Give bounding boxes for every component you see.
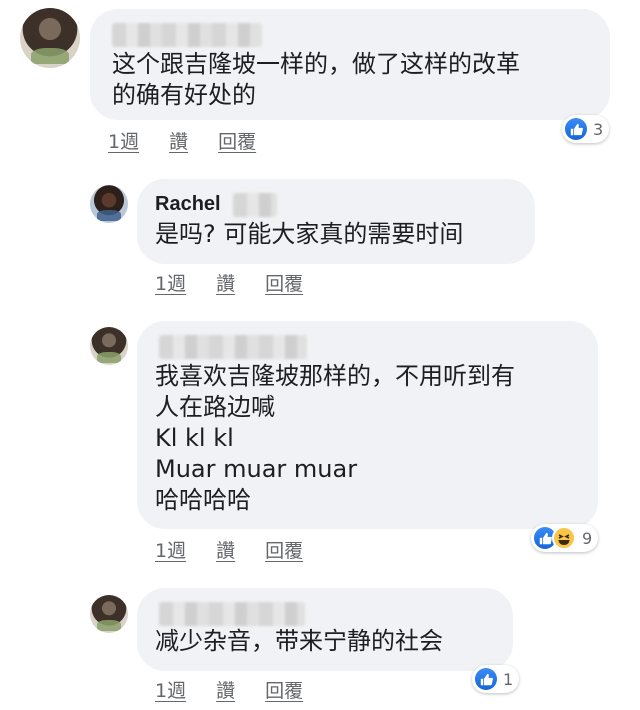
commenter-avatar[interactable] bbox=[90, 327, 128, 365]
reply-button[interactable]: 回覆 bbox=[218, 127, 256, 154]
comment-actions: 1週 讚 回覆 bbox=[155, 269, 303, 296]
blurred-author-name[interactable] bbox=[159, 335, 307, 359]
comment-bubble: 我喜欢吉隆坡那样的，不用听到有 人在路边喊 Kl kl kl Muar muar… bbox=[137, 321, 598, 529]
author-name[interactable]: Rachel bbox=[155, 193, 221, 216]
blurred-author-surname bbox=[233, 193, 277, 217]
reaction-summary[interactable]: 3 bbox=[562, 115, 610, 143]
timestamp-link[interactable]: 1週 bbox=[155, 536, 186, 563]
timestamp-link[interactable]: 1週 bbox=[155, 676, 186, 703]
comment-text: 我喜欢吉隆坡那样的，不用听到有 人在路边喊 Kl kl kl Muar muar… bbox=[155, 362, 515, 514]
comment-text: 是吗? 可能大家真的需要时间 bbox=[155, 220, 464, 248]
comment-text: 这个跟吉隆坡一样的，做了这样的改革 的确有好处的 bbox=[112, 50, 520, 109]
comment-actions: 1週 讚 回覆 bbox=[155, 536, 303, 563]
like-button[interactable]: 讚 bbox=[216, 676, 235, 703]
comment-actions: 1週 讚 回覆 bbox=[155, 676, 303, 703]
like-button[interactable]: 讚 bbox=[169, 127, 188, 154]
reaction-summary[interactable]: 9 bbox=[531, 524, 599, 552]
blurred-author-name[interactable] bbox=[112, 23, 262, 47]
comment-bubble: Rachel 是吗? 可能大家真的需要时间 bbox=[137, 179, 535, 264]
comment-actions: 1週 讚 回覆 bbox=[108, 127, 256, 154]
comment-text: 减少杂音，带来宁静的社会 bbox=[155, 627, 443, 655]
comment-bubble: 这个跟吉隆坡一样的，做了这样的改革 的确有好处的 bbox=[90, 9, 610, 120]
like-button[interactable]: 讚 bbox=[216, 536, 235, 563]
reply-button[interactable]: 回覆 bbox=[265, 536, 303, 563]
timestamp-link[interactable]: 1週 bbox=[155, 269, 186, 296]
commenter-avatar[interactable] bbox=[90, 185, 128, 223]
like-button[interactable]: 讚 bbox=[216, 269, 235, 296]
like-reaction-icon bbox=[565, 118, 587, 140]
reaction-count: 9 bbox=[582, 528, 593, 548]
reply-button[interactable]: 回覆 bbox=[265, 269, 303, 296]
reaction-count: 3 bbox=[593, 119, 604, 139]
reaction-summary[interactable]: 1 bbox=[472, 665, 520, 693]
reaction-count: 1 bbox=[503, 669, 514, 689]
commenter-avatar[interactable] bbox=[20, 8, 80, 68]
timestamp-link[interactable]: 1週 bbox=[108, 127, 139, 154]
like-reaction-icon bbox=[475, 668, 497, 690]
blurred-author-name[interactable] bbox=[159, 602, 305, 626]
reply-button[interactable]: 回覆 bbox=[265, 676, 303, 703]
commenter-avatar[interactable] bbox=[90, 595, 128, 633]
comment-bubble: 减少杂音，带来宁静的社会 bbox=[137, 588, 513, 671]
haha-reaction-icon bbox=[552, 526, 576, 550]
